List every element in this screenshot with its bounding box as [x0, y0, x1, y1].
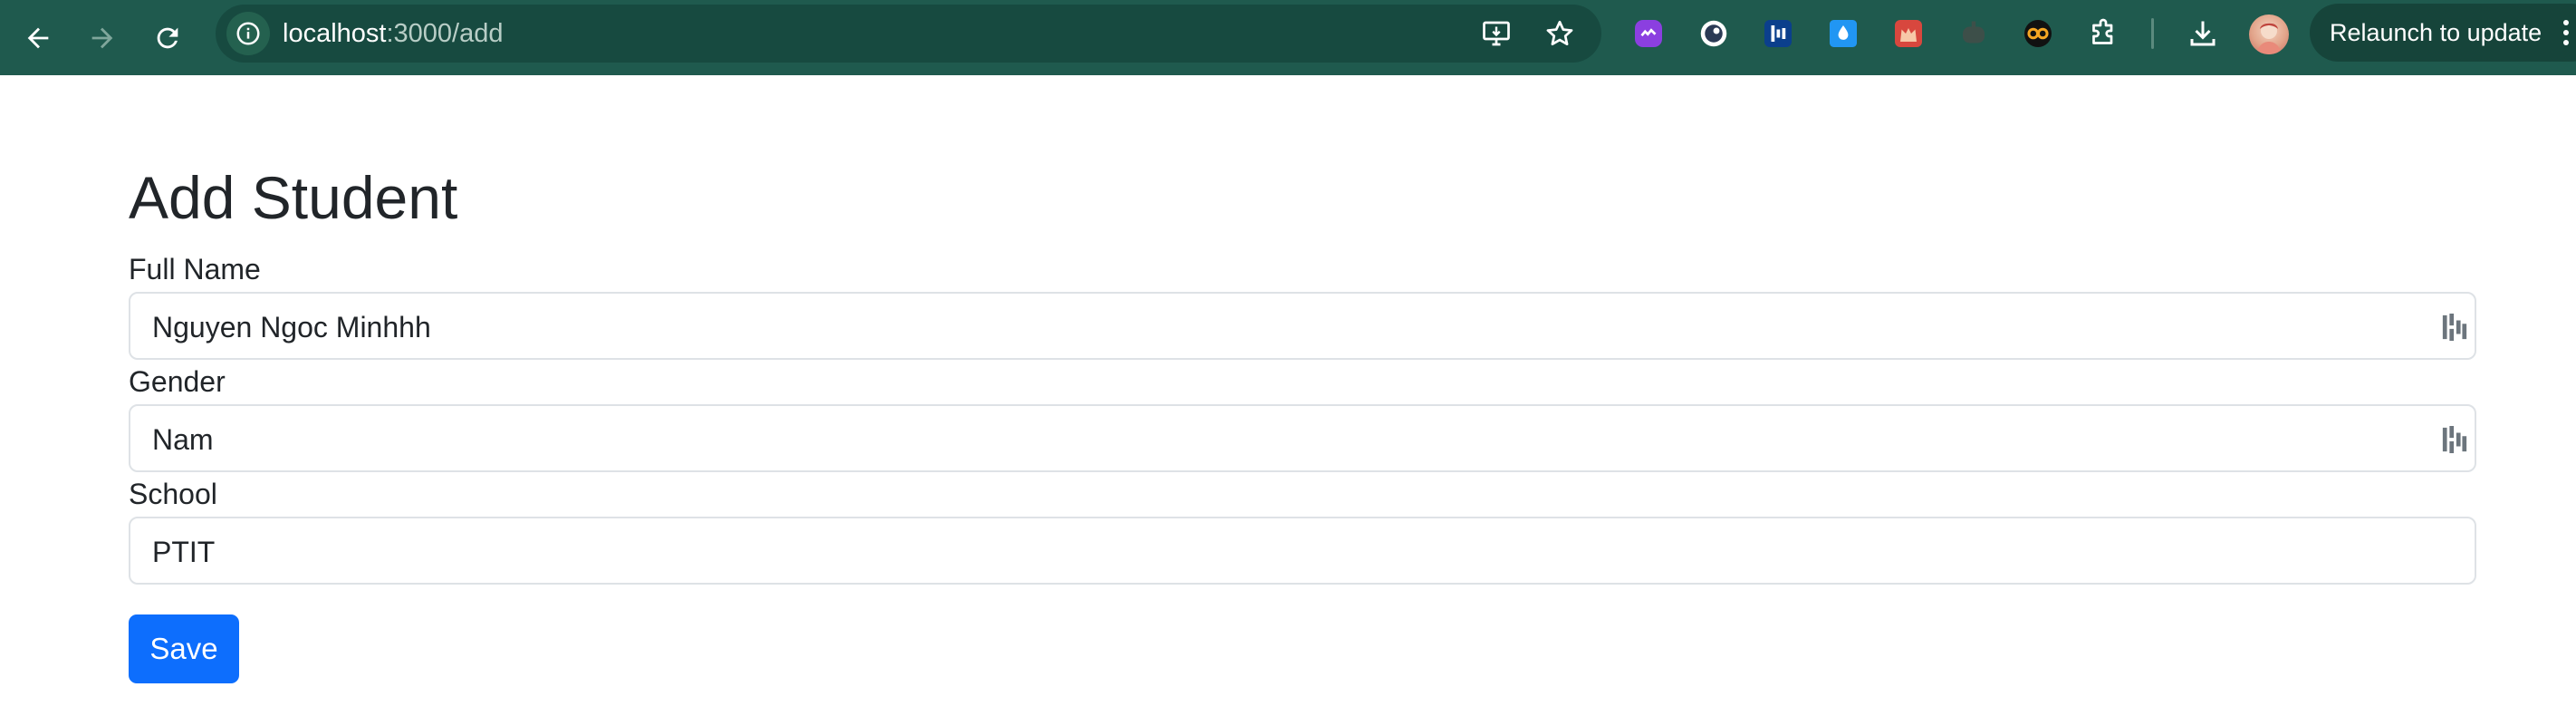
gender-value: Nam	[152, 423, 214, 456]
kebab-menu-icon[interactable]	[2563, 20, 2572, 53]
save-button[interactable]: Save	[129, 614, 239, 683]
cc-icon	[2024, 20, 2052, 47]
face-extension[interactable]	[1696, 15, 1732, 52]
reload-icon	[157, 27, 178, 49]
url-path: :3000/add	[386, 19, 504, 48]
reload-button[interactable]	[142, 13, 193, 63]
cat-icon	[1895, 20, 1922, 47]
extensions-button[interactable]	[2085, 15, 2121, 52]
star-icon	[1546, 20, 1573, 46]
cc-extension[interactable]	[2020, 15, 2056, 52]
avatar-icon	[2256, 23, 2282, 54]
profile-avatar[interactable]	[2249, 15, 2289, 54]
droplet-extension[interactable]	[1825, 15, 1861, 52]
full-name-input[interactable]: Nguyen Ngoc Minhhh	[129, 292, 2476, 360]
downloads-button[interactable]	[2185, 15, 2221, 52]
red-cat-extension[interactable]	[1890, 15, 1927, 52]
back-button[interactable]	[13, 13, 63, 63]
school-label: School	[129, 478, 217, 510]
address-bar[interactable]: localhost:3000/add	[216, 5, 1601, 63]
install-app-icon	[1483, 21, 1510, 46]
relaunch-to-update-button[interactable]: Relaunch to update	[2310, 4, 2576, 62]
password-manager-icon[interactable]	[2442, 426, 2467, 453]
install-app-button[interactable]	[1478, 15, 1514, 52]
purple-link-extension[interactable]	[1630, 15, 1667, 52]
chart-icon	[1764, 20, 1792, 47]
droplet-icon	[1830, 20, 1857, 47]
info-icon	[236, 22, 260, 45]
site-info-button[interactable]	[226, 12, 270, 55]
school-value: PTIT	[152, 536, 216, 568]
blue-chart-extension[interactable]	[1760, 15, 1796, 52]
url-host: localhost	[283, 19, 387, 48]
gender-label: Gender	[129, 365, 226, 398]
toolbar-divider	[2151, 18, 2154, 49]
face-icon	[1700, 20, 1727, 47]
gender-input[interactable]: Nam	[129, 404, 2476, 472]
page-title: Add Student	[129, 164, 458, 231]
url-text[interactable]: localhost:3000/add	[283, 17, 503, 50]
link-icon	[1635, 20, 1662, 47]
download-icon	[2190, 21, 2216, 46]
puzzle-icon	[2092, 18, 2113, 44]
arrow-right-icon	[91, 27, 113, 49]
full-name-value: Nguyen Ngoc Minhhh	[152, 311, 431, 343]
gray-bot-extension[interactable]	[1956, 15, 1992, 52]
bot-icon	[1963, 21, 1985, 44]
bookmark-button[interactable]	[1542, 15, 1578, 52]
school-input[interactable]: PTIT	[129, 517, 2476, 585]
password-manager-icon[interactable]	[2442, 314, 2467, 341]
forward-button[interactable]	[77, 13, 128, 63]
full-name-label: Full Name	[129, 253, 261, 285]
browser-toolbar: localhost:3000/add Relaunch to update	[0, 0, 2576, 75]
arrow-left-icon	[27, 27, 49, 49]
